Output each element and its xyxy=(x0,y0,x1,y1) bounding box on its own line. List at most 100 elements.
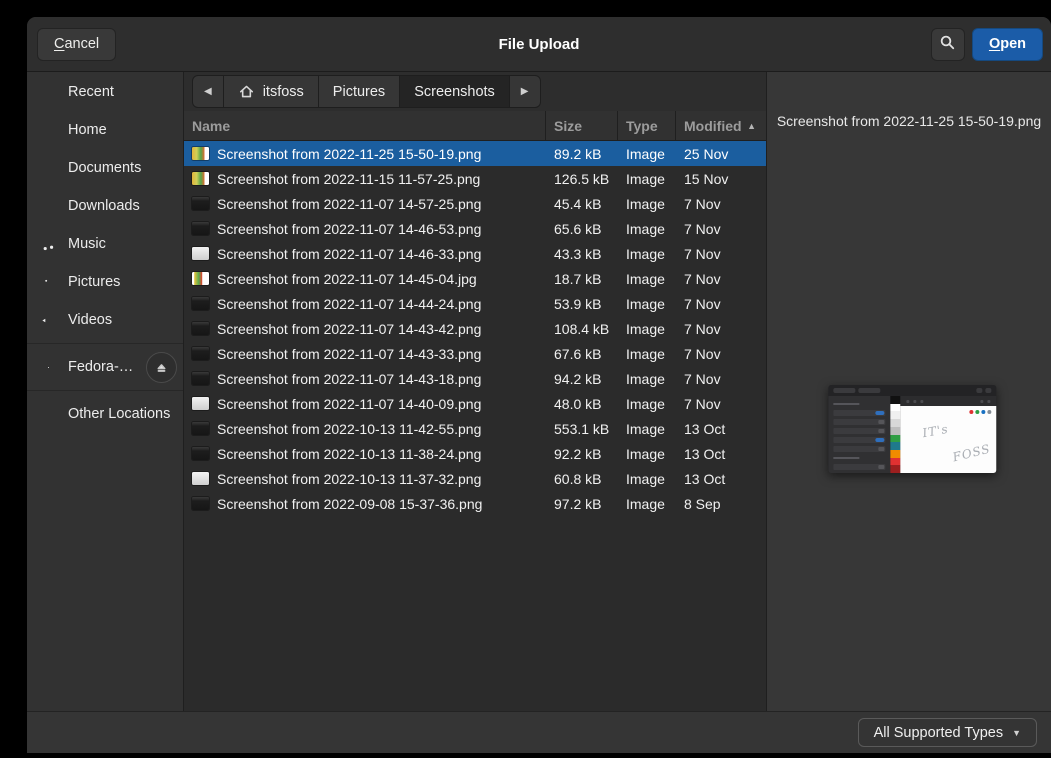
file-size: 65.6 kB xyxy=(546,221,618,237)
file-type: Image xyxy=(618,221,676,237)
screen: File Upload Cancel Open Recent H xyxy=(0,0,1051,758)
file-browser: ◀ itsfossPicturesScreenshots ▶ Name Size xyxy=(184,72,766,711)
preview-thumbnail: IT's FOSS xyxy=(828,385,996,473)
file-type: Image xyxy=(618,396,676,412)
preview-panel: Screenshot from 2022-11-25 15-50-19.png xyxy=(766,72,1051,711)
file-thumbnail-icon xyxy=(192,197,209,210)
music-icon xyxy=(40,236,57,253)
file-size: 43.3 kB xyxy=(546,246,618,262)
file-chooser-dialog: File Upload Cancel Open Recent H xyxy=(27,17,1051,753)
thumbnail-scribble-foss: FOSS xyxy=(951,442,992,465)
file-row[interactable]: Screenshot from 2022-10-13 11-38-24.png … xyxy=(184,441,766,466)
file-thumbnail-icon xyxy=(192,497,209,510)
file-size: 45.4 kB xyxy=(546,196,618,212)
action-bar: All Supported Types ▼ xyxy=(27,711,1051,753)
column-header-type[interactable]: Type xyxy=(618,111,676,140)
column-header-name[interactable]: Name xyxy=(184,111,546,140)
sidebar-item-fedora[interactable]: Fedora-… xyxy=(27,348,183,386)
sidebar-separator xyxy=(27,343,183,344)
eject-button[interactable] xyxy=(146,352,177,383)
file-type: Image xyxy=(618,246,676,262)
file-row[interactable]: Screenshot from 2022-11-15 11-57-25.png … xyxy=(184,166,766,191)
file-size: 94.2 kB xyxy=(546,371,618,387)
file-thumbnail-icon xyxy=(192,472,209,485)
sidebar-item-home[interactable]: Home xyxy=(27,111,183,149)
file-name: Screenshot from 2022-11-07 14-45-04.jpg xyxy=(217,271,477,287)
breadcrumb-pictures[interactable]: Pictures xyxy=(319,76,400,107)
document-icon xyxy=(40,160,57,177)
sidebar-item-videos[interactable]: Videos xyxy=(27,301,183,339)
file-modified: 7 Nov xyxy=(676,321,766,337)
file-row[interactable]: Screenshot from 2022-11-07 14-43-18.png … xyxy=(184,366,766,391)
file-name: Screenshot from 2022-11-07 14-43-42.png xyxy=(217,321,481,337)
file-name: Screenshot from 2022-10-13 11-42-55.png xyxy=(217,421,481,437)
file-type: Image xyxy=(618,321,676,337)
home-icon xyxy=(40,122,57,139)
file-type-filter-dropdown[interactable]: All Supported Types ▼ xyxy=(858,718,1037,747)
open-button[interactable]: Open xyxy=(972,28,1043,61)
file-name: Screenshot from 2022-11-07 14-46-33.png xyxy=(217,246,481,262)
file-size: 60.8 kB xyxy=(546,471,618,487)
file-name: Screenshot from 2022-11-07 14-43-33.png xyxy=(217,346,481,362)
thumbnail-color-palette xyxy=(890,396,900,473)
file-name: Screenshot from 2022-11-07 14-44-24.png xyxy=(217,296,481,312)
file-thumbnail-icon xyxy=(192,247,209,260)
sidebar-item-documents[interactable]: Documents xyxy=(27,149,183,187)
file-row[interactable]: Screenshot from 2022-11-07 14-46-33.png … xyxy=(184,241,766,266)
picture-icon xyxy=(40,274,57,291)
file-name: Screenshot from 2022-11-07 14-57-25.png xyxy=(217,196,481,212)
file-row[interactable]: Screenshot from 2022-10-13 11-42-55.png … xyxy=(184,416,766,441)
breadcrumb-screenshots[interactable]: Screenshots xyxy=(400,76,510,107)
headerbar: File Upload Cancel Open xyxy=(27,17,1051,72)
path-back-button[interactable]: ◀ xyxy=(193,76,224,107)
file-row[interactable]: Screenshot from 2022-11-07 14-57-25.png … xyxy=(184,191,766,216)
file-row-selected[interactable]: Screenshot from 2022-11-25 15-50-19.png … xyxy=(184,141,766,166)
thumbnail-settings-panel xyxy=(828,396,890,473)
thumbnail-canvas-dots xyxy=(969,410,991,414)
file-row[interactable]: Screenshot from 2022-11-07 14-46-53.png … xyxy=(184,216,766,241)
file-row[interactable]: Screenshot from 2022-11-07 14-43-42.png … xyxy=(184,316,766,341)
file-list: Screenshot from 2022-11-25 15-50-19.png … xyxy=(184,141,766,711)
file-modified: 7 Nov xyxy=(676,371,766,387)
dialog-title: File Upload xyxy=(27,36,1051,53)
column-header-size[interactable]: Size xyxy=(546,111,618,140)
file-row[interactable]: Screenshot from 2022-11-07 14-45-04.jpg … xyxy=(184,266,766,291)
file-thumbnail-icon xyxy=(192,297,209,310)
file-row[interactable]: Screenshot from 2022-10-13 11-37-32.png … xyxy=(184,466,766,491)
file-size: 108.4 kB xyxy=(546,321,618,337)
file-name: Screenshot from 2022-09-08 15-37-36.png xyxy=(217,496,482,512)
file-name: Screenshot from 2022-11-07 14-40-09.png xyxy=(217,396,481,412)
file-type: Image xyxy=(618,446,676,462)
path-forward-button[interactable]: ▶ xyxy=(510,76,540,107)
sidebar-item-downloads[interactable]: Downloads xyxy=(27,187,183,225)
disc-icon xyxy=(40,359,57,376)
file-row[interactable]: Screenshot from 2022-11-07 14-43-33.png … xyxy=(184,341,766,366)
filter-label: All Supported Types xyxy=(874,725,1004,741)
sidebar-item-pictures[interactable]: Pictures xyxy=(27,263,183,301)
file-size: 53.9 kB xyxy=(546,296,618,312)
cancel-button[interactable]: Cancel xyxy=(37,28,116,61)
file-thumbnail-icon xyxy=(192,222,209,235)
sidebar-item-recent[interactable]: Recent xyxy=(27,73,183,111)
file-modified: 7 Nov xyxy=(676,396,766,412)
breadcrumb-itsfoss[interactable]: itsfoss xyxy=(224,76,319,107)
sidebar-item-other-locations[interactable]: Other Locations xyxy=(27,395,183,433)
sidebar-item-music[interactable]: Music xyxy=(27,225,183,263)
file-modified: 8 Sep xyxy=(676,496,766,512)
file-row[interactable]: Screenshot from 2022-11-07 14-40-09.png … xyxy=(184,391,766,416)
file-row[interactable]: Screenshot from 2022-09-08 15-37-36.png … xyxy=(184,491,766,516)
file-type: Image xyxy=(618,196,676,212)
file-modified: 7 Nov xyxy=(676,246,766,262)
plus-icon xyxy=(40,406,57,423)
file-row[interactable]: Screenshot from 2022-11-07 14-44-24.png … xyxy=(184,291,766,316)
file-modified: 25 Nov xyxy=(676,146,766,162)
column-header-modified[interactable]: Modified ▲ xyxy=(676,111,766,140)
chevron-down-icon: ▼ xyxy=(1012,728,1021,738)
file-thumbnail-icon xyxy=(192,447,209,460)
search-button[interactable] xyxy=(931,28,965,61)
file-modified: 7 Nov xyxy=(676,271,766,287)
file-modified: 7 Nov xyxy=(676,346,766,362)
file-size: 67.6 kB xyxy=(546,346,618,362)
preview-filename: Screenshot from 2022-11-25 15-50-19.png xyxy=(767,113,1051,129)
places-sidebar: Recent Home Documents Downloads Music Pi… xyxy=(27,72,184,711)
